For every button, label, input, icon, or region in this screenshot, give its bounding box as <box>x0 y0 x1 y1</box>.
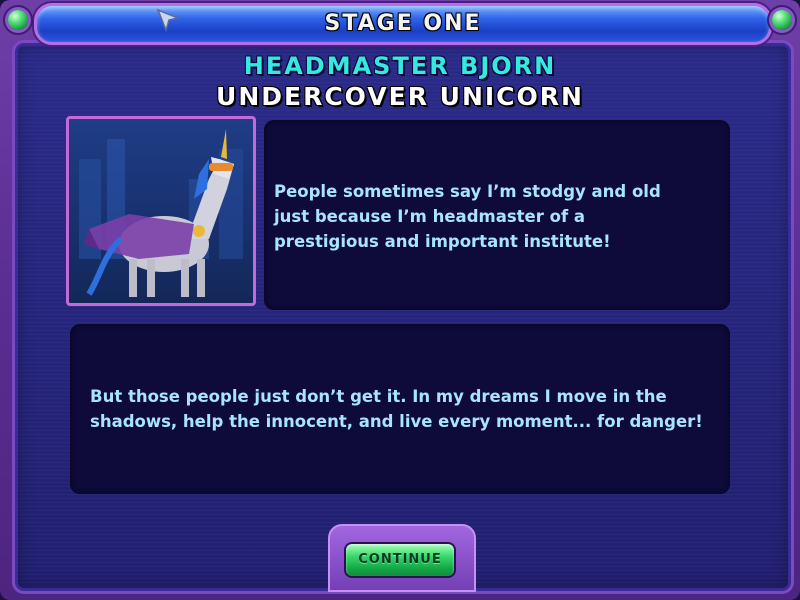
continue-button[interactable]: CONTINUE <box>344 542 456 578</box>
gem-icon <box>8 10 28 30</box>
stage-title: STAGE ONE <box>324 11 482 36</box>
gem-icon <box>772 10 792 30</box>
dialog-line-1: People sometimes say I’m stodgy and old … <box>274 182 661 251</box>
character-portrait <box>66 116 256 306</box>
cursor-arrow-icon <box>156 8 181 33</box>
character-name: HEADMASTER BJORN <box>243 52 557 80</box>
unicorn-portrait-icon <box>79 129 243 297</box>
title-bar: STAGE ONE <box>34 3 772 45</box>
dialog-line-2: But those people just don’t get it. In m… <box>90 387 703 431</box>
continue-label: CONTINUE <box>358 552 442 567</box>
character-title: UNDERCOVER UNICORN <box>216 82 584 111</box>
